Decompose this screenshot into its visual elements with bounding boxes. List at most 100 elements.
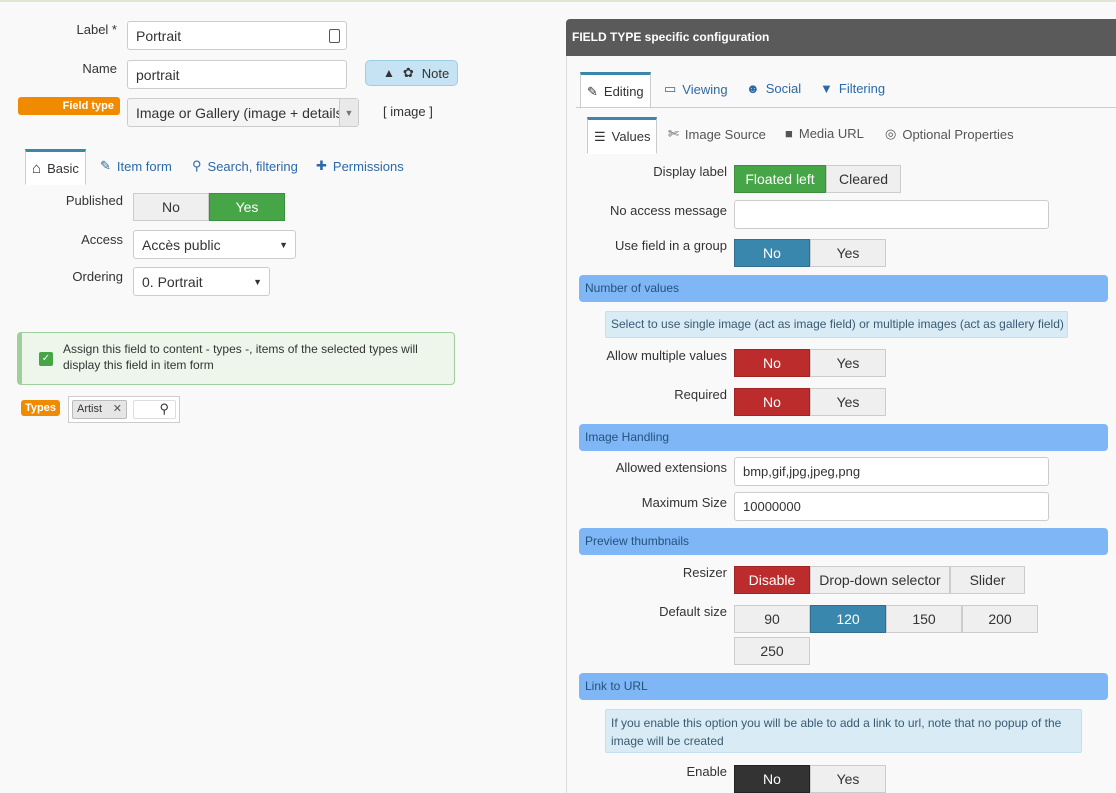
allow-multiple-label: Allow multiple values	[606, 348, 727, 363]
display-cleared-button[interactable]: Cleared	[826, 165, 901, 193]
field-type-select[interactable]: Image or Gallery (image + details) ▼	[127, 98, 359, 127]
name-field-label: Name	[82, 61, 117, 76]
no-access-input[interactable]	[734, 200, 1049, 229]
users-icon: ☻	[746, 81, 760, 96]
section-preview-thumbnails: Preview thumbnails	[579, 528, 1108, 555]
subtab-values-label: Values	[611, 129, 651, 144]
tab-social[interactable]: ☻ Social	[746, 81, 801, 96]
required-yes-button[interactable]: Yes	[810, 388, 886, 416]
note-label: Note	[421, 65, 450, 81]
published-yes-button[interactable]: Yes	[209, 193, 285, 221]
published-no-button[interactable]: No	[133, 193, 209, 221]
check-icon: ✓	[39, 352, 53, 366]
ordering-select[interactable]: 0. Portrait ▼	[133, 267, 270, 296]
tabs-divider	[576, 107, 1116, 108]
video-icon: ■	[785, 126, 793, 141]
resizer-dropdown-button[interactable]: Drop-down selector	[810, 566, 950, 594]
field-type-code: [ image ]	[383, 104, 433, 119]
tab-search-label: Search, filtering	[207, 158, 298, 174]
tab-item-form-label: Item form	[116, 158, 172, 174]
allow-multiple-yes-button[interactable]: Yes	[810, 349, 886, 377]
type-tag-label: Artist	[77, 403, 103, 415]
tab-search-filtering[interactable]: ⚲ Search, filtering	[192, 158, 298, 174]
subtab-optional-properties[interactable]: ◎ Optional Properties	[885, 126, 1014, 142]
access-label: Access	[81, 232, 123, 247]
size-90-button[interactable]: 90	[734, 605, 810, 633]
tab-filtering-label: Filtering	[838, 81, 886, 96]
assign-notice: ✓ Assign this field to content - types -…	[17, 332, 455, 385]
published-label: Published	[65, 193, 123, 208]
tab-filtering[interactable]: ▼ Filtering	[820, 81, 885, 96]
subtab-values[interactable]: ☰ Values	[587, 117, 658, 154]
assign-text: Assign this field to content - types -, …	[63, 342, 418, 372]
tab-permissions-label: Permissions	[332, 158, 404, 174]
note-button[interactable]: ▲ ✿ Note	[365, 60, 458, 86]
use-group-yes-button[interactable]: Yes	[810, 239, 886, 267]
tab-permissions[interactable]: ✚ Permissions	[316, 158, 404, 174]
warning-icon: ▲	[383, 66, 395, 80]
subtab-optional-label: Optional Properties	[902, 126, 1014, 142]
subtab-media-url[interactable]: ■ Media URL	[785, 126, 864, 141]
size-250-button[interactable]: 250	[734, 637, 810, 665]
enable-label: Enable	[686, 764, 727, 779]
tab-basic-label: Basic	[47, 160, 79, 176]
display-floated-button[interactable]: Floated left	[734, 165, 826, 193]
allowed-ext-input[interactable]: bmp,gif,jpg,jpeg,png	[734, 457, 1049, 486]
enable-no-button[interactable]: No	[734, 765, 810, 793]
allowed-ext-label: Allowed extensions	[615, 460, 727, 475]
chevron-down-icon[interactable]: ▼	[339, 99, 358, 126]
search-icon: ⚲	[192, 158, 202, 173]
enable-yes-button[interactable]: Yes	[810, 765, 886, 793]
type-tag-artist: Artist ✕	[72, 400, 127, 419]
size-120-button[interactable]: 120	[810, 605, 886, 633]
search-icon: ⚲	[159, 401, 169, 416]
tab-basic[interactable]: ⌂ Basic	[25, 149, 86, 185]
top-divider	[0, 0, 1116, 2]
size-150-button[interactable]: 150	[886, 605, 962, 633]
lang-icon[interactable]	[329, 29, 340, 43]
wrench-icon: ✄	[668, 126, 679, 141]
label-input[interactable]: Portrait	[127, 21, 347, 50]
tab-social-label: Social	[765, 81, 802, 96]
use-group-label: Use field in a group	[614, 238, 727, 253]
section-link-to-url: Link to URL	[579, 673, 1108, 700]
required-no-button[interactable]: No	[734, 388, 810, 416]
types-select[interactable]: Artist ✕ ⚲	[68, 396, 180, 423]
ordering-label: Ordering	[72, 269, 123, 284]
gear-icon: ✿	[402, 65, 414, 80]
section-number-of-values: Number of values	[579, 275, 1108, 302]
default-size-label: Default size	[659, 604, 727, 619]
edit-icon: ✎	[100, 158, 111, 173]
access-value: Accès public	[142, 237, 221, 253]
chevron-down-icon: ▼	[279, 240, 288, 250]
chevron-down-icon: ▼	[253, 277, 262, 287]
use-group-no-button[interactable]: No	[734, 239, 810, 267]
link-info: If you enable this option you will be ab…	[605, 709, 1082, 753]
resizer-disable-button[interactable]: Disable	[734, 566, 810, 594]
tab-item-form[interactable]: ✎ Item form	[100, 158, 172, 174]
tab-viewing[interactable]: ▭ Viewing	[664, 81, 728, 97]
ordering-value: 0. Portrait	[142, 274, 203, 290]
max-size-input[interactable]: 10000000	[734, 492, 1049, 521]
types-search-input[interactable]: ⚲	[133, 400, 176, 419]
resizer-label: Resizer	[682, 565, 727, 580]
size-200-button[interactable]: 200	[962, 605, 1038, 633]
remove-icon[interactable]: ✕	[113, 401, 122, 418]
allow-multiple-no-button[interactable]: No	[734, 349, 810, 377]
subtab-image-source[interactable]: ✄ Image Source	[668, 126, 766, 142]
label-field-label: Label *	[76, 22, 117, 37]
tab-viewing-label: Viewing	[682, 81, 728, 97]
subtab-media-url-label: Media URL	[798, 126, 864, 141]
types-badge: Types	[21, 400, 60, 416]
edit-icon: ✎	[587, 83, 598, 99]
filter-icon: ▼	[820, 81, 833, 96]
resizer-slider-button[interactable]: Slider	[950, 566, 1025, 594]
tab-editing-label: Editing	[603, 84, 644, 99]
tab-editing[interactable]: ✎ Editing	[580, 72, 651, 109]
check-circle-icon: ◎	[885, 126, 897, 141]
field-type-badge: Field type	[18, 97, 120, 115]
display-label-label: Display label	[653, 164, 727, 179]
access-select[interactable]: Accès public ▼	[133, 230, 296, 259]
no-access-label: No access message	[609, 203, 727, 218]
name-input[interactable]: portrait	[127, 60, 347, 89]
